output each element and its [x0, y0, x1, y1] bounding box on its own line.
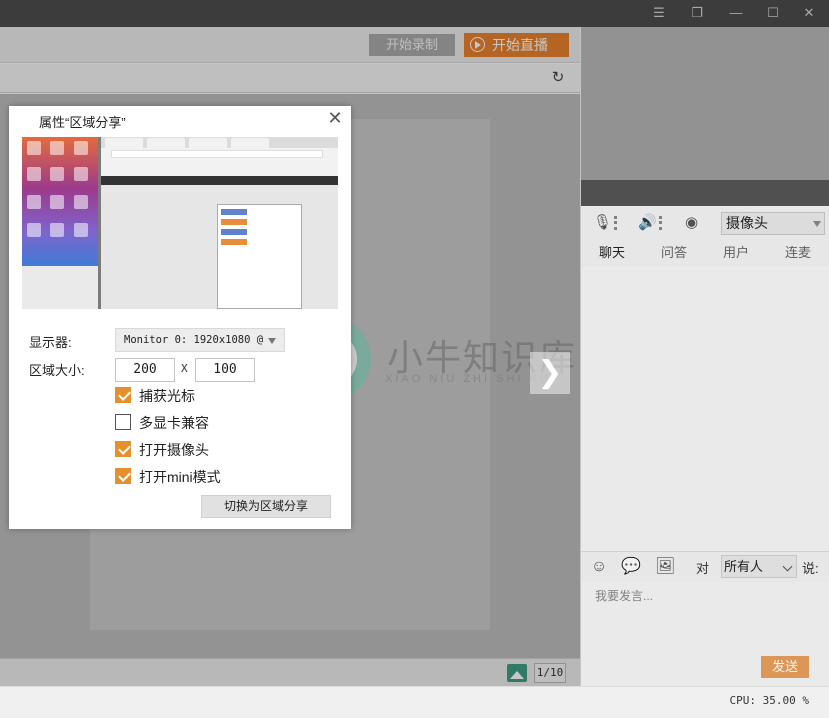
option-label: 打开摄像头 [139, 442, 209, 458]
window-titlebar: ☰ ❐ — ☐ ✕ [0, 0, 829, 27]
monitor-label: 显示器: [29, 335, 72, 350]
monitor-select[interactable]: Monitor 0: 1920x1080 @ [115, 328, 285, 352]
next-slide-button[interactable]: ❯ [530, 352, 570, 394]
option-label: 捕获光标 [139, 388, 195, 404]
chevron-right-icon: ❯ [537, 356, 563, 389]
capture-preview [22, 137, 338, 309]
checkbox-checked[interactable] [115, 468, 131, 484]
height-input[interactable]: 100 [195, 358, 255, 382]
maximize-icon[interactable]: ☐ [764, 4, 782, 22]
checkbox-unchecked[interactable] [115, 414, 131, 430]
modal-overlay-right [580, 27, 829, 686]
restore-icon[interactable]: ❐ [688, 4, 706, 22]
minimize-icon[interactable]: — [727, 4, 745, 22]
option-label: 多显卡兼容 [139, 415, 209, 431]
checkbox-checked[interactable] [115, 441, 131, 457]
option-label: 打开mini模式 [139, 469, 221, 485]
switch-to-area-share-button[interactable]: 切换为区域分享 [201, 495, 331, 518]
chevron-down-icon [268, 338, 276, 344]
status-bar: CPU: 35.00 % [0, 686, 829, 718]
cpu-usage: CPU: 35.00 % [729, 694, 809, 707]
checkbox-checked[interactable] [115, 387, 131, 403]
width-input[interactable]: 200 [115, 358, 175, 382]
area-size-label: 区域大小: [29, 363, 85, 378]
area-share-properties-dialog: 属性“区域分享” ✕ 显示器: Monitor 0: 1920x1080 @ 区… [9, 106, 351, 529]
dialog-title: 属性“区域分享” [39, 115, 126, 130]
monitor-select-value: Monitor 0: 1920x1080 @ [124, 334, 264, 346]
size-separator: X [181, 362, 188, 375]
preview-thumbnails [22, 266, 98, 309]
preview-browser [101, 137, 338, 309]
menu-icon[interactable]: ☰ [650, 4, 668, 22]
watermark-brand-en: XIAO NIU ZHI SHI KU [385, 373, 551, 385]
close-icon[interactable]: ✕ [800, 4, 818, 22]
close-icon[interactable]: ✕ [327, 109, 343, 127]
